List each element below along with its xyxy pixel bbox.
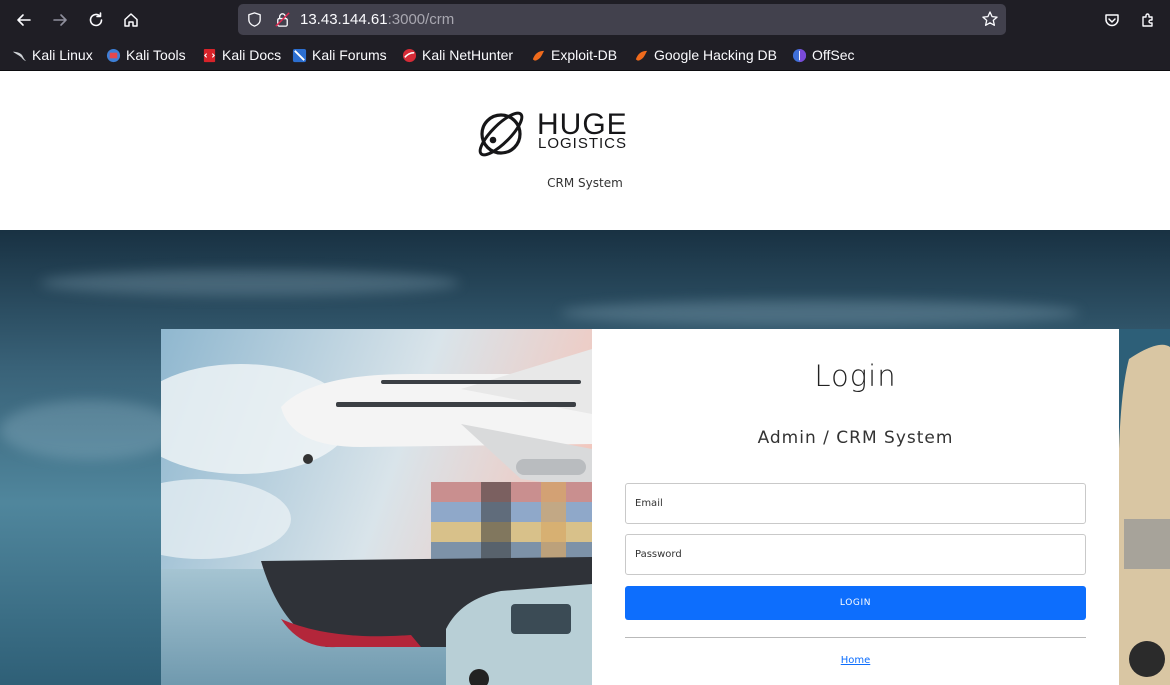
password-field[interactable] [625,534,1086,575]
bookmark-exploit-db[interactable]: Exploit-DB [531,45,617,65]
pocket-button[interactable] [1098,6,1126,34]
bookmark-label: Exploit-DB [551,47,618,63]
login-title: Login [814,359,897,393]
url-path: :3000/crm [387,11,455,28]
bookmark-star-icon[interactable] [981,10,999,28]
home-button[interactable] [117,6,145,34]
extensions-button[interactable] [1134,6,1162,34]
reload-icon [89,12,103,27]
kali-dragon-icon [12,48,27,63]
bookmark-kali-docs[interactable]: Kali Docs [202,45,281,65]
address-bar[interactable]: 13.43.144.61:3000/crm [238,4,1006,35]
home-link[interactable]: Home [592,655,1119,666]
bookmark-kali-tools[interactable]: Kali Tools [106,45,186,65]
kali-nethunter-icon [402,48,417,63]
browser-toolbar: 13.43.144.61:3000/crm [0,0,1170,39]
login-subtitle: Admin / CRM System [757,428,954,448]
bookmark-offsec[interactable]: OffSec [792,45,855,65]
email-field[interactable] [625,483,1086,524]
bookmark-label: Kali Linux [32,47,93,63]
offsec-icon [792,48,807,63]
back-arrow-icon [17,14,31,26]
site-header: HUGE LOGISTICS CRM System [0,71,1170,230]
login-card: Login Admin / CRM System LOGIN Home [161,329,1119,685]
back-button[interactable] [10,6,38,34]
login-form: Login Admin / CRM System LOGIN Home [592,329,1119,685]
huge-logistics-logo[interactable]: HUGE LOGISTICS [477,109,642,159]
forward-arrow-icon [53,14,67,26]
bookmark-label: Kali Docs [222,47,282,63]
background-streak [0,400,180,460]
bookmark-label: Google Hacking DB [654,47,777,63]
bookmark-kali-nethunter[interactable]: Kali NetHunter [402,45,513,65]
site-subtitle: CRM System [547,176,623,190]
bookmark-label: Kali Tools [126,47,186,63]
bookmark-label: OffSec [812,47,855,63]
bookmark-label: Kali NetHunter [422,47,514,63]
hero-background: Login Admin / CRM System LOGIN Home [0,230,1170,685]
url-host: 13.43.144.61 [300,11,388,28]
url-text[interactable]: 13.43.144.61:3000/crm [300,11,454,28]
planet-logo-icon [478,111,524,157]
kali-docs-icon [202,48,217,63]
bookmark-google-hacking-db[interactable]: Google Hacking DB [634,45,777,65]
ghdb-icon [634,48,649,63]
background-streak [40,270,460,296]
logistics-illustration [161,329,592,685]
kali-tools-icon [106,48,121,63]
form-divider [625,637,1086,638]
login-button[interactable]: LOGIN [625,586,1086,620]
bookmark-kali-forums[interactable]: Kali Forums [292,45,387,65]
bookmark-label: Kali Forums [312,47,387,63]
logo-wordmark-bottom: LOGISTICS [538,135,628,152]
pocket-icon [1105,14,1119,27]
kali-forums-icon [292,48,307,63]
bookmarks-toolbar: Kali Linux Kali Tools Kali Docs Kali For… [0,42,1170,69]
puzzle-icon [1142,13,1153,27]
insecure-lock-icon[interactable] [273,10,291,28]
bookmark-kali-linux[interactable]: Kali Linux [12,45,93,65]
tracking-shield-icon[interactable] [245,10,263,28]
reload-button[interactable] [82,6,110,34]
background-streak [560,300,1080,326]
forward-button[interactable] [46,6,74,34]
exploit-db-icon [531,48,546,63]
home-icon [124,13,138,27]
background-truck-image [1119,329,1170,685]
browser-chrome: 13.43.144.61:3000/crm Kali Linux Kali To… [0,0,1170,71]
